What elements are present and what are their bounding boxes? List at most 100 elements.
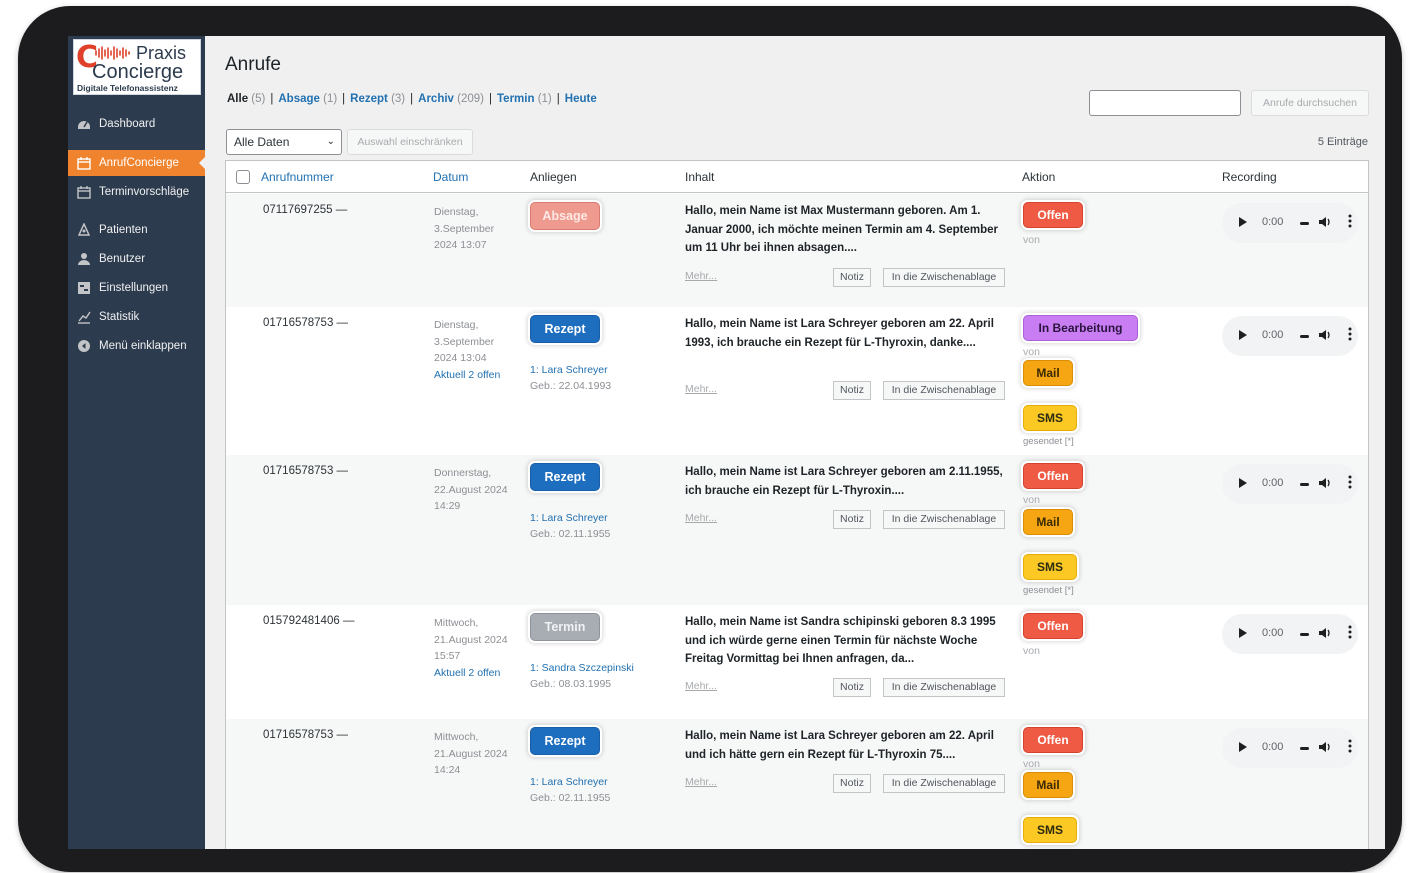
audio-time: 0:00 xyxy=(1262,216,1284,228)
request-badge-absage[interactable]: Absage xyxy=(530,202,600,230)
more-link[interactable]: Mehr... xyxy=(685,512,717,524)
mail-button[interactable]: Mail xyxy=(1023,509,1073,535)
copy-clipboard-button[interactable]: In die Zwischenablage xyxy=(883,774,1005,793)
filter-absage[interactable]: Absage (1) xyxy=(278,93,337,105)
more-options-icon[interactable] xyxy=(1348,327,1352,341)
sidebar-collapse-menu[interactable]: Menü einklappen xyxy=(68,333,205,359)
status-button-offen[interactable]: Offen xyxy=(1023,463,1083,489)
copy-clipboard-button[interactable]: In die Zwischenablage xyxy=(883,678,1005,697)
note-button[interactable]: Notiz xyxy=(833,510,871,529)
sidebar-item-anrufconcierge[interactable]: AnrufConcierge xyxy=(68,150,205,176)
status-button-offen[interactable]: Offen xyxy=(1023,727,1083,753)
table-row: 07117697255 — Dienstag, 3.September 2024 1… xyxy=(226,194,1368,307)
status-button-offen[interactable]: Offen xyxy=(1023,613,1083,639)
progress-bar[interactable] xyxy=(1300,633,1309,636)
more-link[interactable]: Mehr... xyxy=(685,776,717,788)
call-date: Mittwoch, 21.August 2024 14:24 xyxy=(434,731,508,776)
volume-icon[interactable] xyxy=(1318,476,1332,490)
column-datum[interactable]: Datum xyxy=(433,170,468,184)
filter-termin[interactable]: Termin (1) xyxy=(497,93,552,105)
copy-clipboard-button[interactable]: In die Zwischenablage xyxy=(883,268,1005,287)
sms-button[interactable]: SMS xyxy=(1023,817,1077,843)
admin-sidebar: C Praxis Concierge Digitale Telefonassis… xyxy=(68,36,205,849)
patient-link[interactable]: 1: Lara Schreyer xyxy=(530,774,610,790)
patient-link[interactable]: 1: Sandra Szczepinski xyxy=(530,660,634,676)
open-calls-link[interactable]: Aktuell 2 offen xyxy=(434,665,524,682)
sidebar-item-patienten[interactable]: Patienten xyxy=(68,217,205,243)
sms-sent-label: gesendet [*] xyxy=(1023,585,1074,596)
more-link[interactable]: Mehr... xyxy=(685,680,717,692)
note-button[interactable]: Notiz xyxy=(833,678,871,697)
note-button[interactable]: Notiz xyxy=(833,268,871,287)
more-link[interactable]: Mehr... xyxy=(685,383,717,395)
volume-icon[interactable] xyxy=(1318,215,1332,229)
audio-player[interactable]: 0:00 xyxy=(1222,614,1358,654)
logo-tagline: Digitale Telefonassistenz xyxy=(77,83,178,93)
play-icon[interactable] xyxy=(1239,742,1247,752)
play-icon[interactable] xyxy=(1239,330,1247,340)
request-badge-rezept[interactable]: Rezept xyxy=(530,315,600,343)
more-options-icon[interactable] xyxy=(1348,625,1352,639)
call-transcript: Hallo, mein Name ist Lara Schreyer gebor… xyxy=(685,466,1003,497)
volume-icon[interactable] xyxy=(1318,328,1332,342)
volume-icon[interactable] xyxy=(1318,626,1332,640)
request-badge-rezept[interactable]: Rezept xyxy=(530,727,600,755)
mail-button[interactable]: Mail xyxy=(1023,772,1073,798)
note-button[interactable]: Notiz xyxy=(833,774,871,793)
sidebar-item-einstellungen[interactable]: Einstellungen xyxy=(68,275,205,301)
play-icon[interactable] xyxy=(1239,628,1247,638)
sidebar-item-statistik[interactable]: Statistik xyxy=(68,304,205,330)
open-calls-link[interactable]: Aktuell 2 offen xyxy=(434,367,524,384)
progress-bar[interactable] xyxy=(1300,222,1309,225)
patient-link[interactable]: 1: Lara Schreyer xyxy=(530,510,610,526)
sidebar-item-dashboard[interactable]: Dashboard xyxy=(68,111,205,137)
settings-icon xyxy=(77,281,91,295)
praxis-concierge-logo[interactable]: C Praxis Concierge Digitale Telefonassis… xyxy=(73,39,201,95)
chart-icon xyxy=(77,310,91,324)
patient-info: 1: Lara Schreyer Geb.: 22.04.1993 xyxy=(530,362,611,394)
audio-player[interactable]: 0:00 xyxy=(1222,203,1358,243)
mail-button[interactable]: Mail xyxy=(1023,360,1073,386)
sidebar-item-terminvorschlaege[interactable]: Terminvorschläge xyxy=(68,179,205,205)
column-anrufnummer[interactable]: Anrufnummer xyxy=(261,170,334,184)
more-options-icon[interactable] xyxy=(1348,739,1352,753)
filter-heute[interactable]: Heute xyxy=(565,93,597,105)
audio-player[interactable]: 0:00 xyxy=(1222,316,1358,356)
sms-button[interactable]: SMS xyxy=(1023,405,1077,431)
apply-filter-button[interactable]: Auswahl einschränken xyxy=(347,129,473,155)
audio-player[interactable]: 0:00 xyxy=(1222,728,1358,768)
search-button[interactable]: Anrufe durchsuchen xyxy=(1251,90,1369,116)
status-button-offen[interactable]: Offen xyxy=(1023,202,1083,228)
volume-icon[interactable] xyxy=(1318,740,1332,754)
sidebar-item-label: Patienten xyxy=(99,224,148,236)
play-icon[interactable] xyxy=(1239,217,1247,227)
copy-clipboard-button[interactable]: In die Zwischenablage xyxy=(883,510,1005,529)
select-all-checkbox[interactable] xyxy=(236,170,250,184)
sidebar-item-benutzer[interactable]: Benutzer xyxy=(68,246,205,272)
more-link[interactable]: Mehr... xyxy=(685,270,717,282)
call-date: Dienstag, 3.September 2024 13:04 Aktuell 2… xyxy=(434,317,524,383)
app-screen: C Praxis Concierge Digitale Telefonassis… xyxy=(68,36,1385,849)
patient-link[interactable]: 1: Lara Schreyer xyxy=(530,362,611,378)
audio-player[interactable]: 0:00 xyxy=(1222,464,1358,504)
audio-time: 0:00 xyxy=(1262,329,1284,341)
more-options-icon[interactable] xyxy=(1348,214,1352,228)
filter-rezept[interactable]: Rezept (3) xyxy=(350,93,405,105)
request-badge-rezept[interactable]: Rezept xyxy=(530,463,600,491)
sms-sent-label: gesendet [*] xyxy=(1023,436,1074,447)
progress-bar[interactable] xyxy=(1300,335,1309,338)
request-badge-termin[interactable]: Termin xyxy=(530,613,600,641)
filter-alle[interactable]: Alle (5) xyxy=(227,93,265,105)
date-filter-select[interactable]: Alle Daten ⌄ xyxy=(226,129,342,155)
progress-bar[interactable] xyxy=(1300,483,1309,486)
play-icon[interactable] xyxy=(1239,478,1247,488)
more-options-icon[interactable] xyxy=(1348,475,1352,489)
status-button-in-bearbeitung[interactable]: In Bearbeitung xyxy=(1023,315,1138,341)
filter-archiv[interactable]: Archiv (209) xyxy=(418,93,484,105)
search-input[interactable] xyxy=(1089,90,1241,116)
sms-button[interactable]: SMS xyxy=(1023,554,1077,580)
progress-bar[interactable] xyxy=(1300,747,1309,750)
note-button[interactable]: Notiz xyxy=(833,381,871,400)
sidebar-item-label: AnrufConcierge xyxy=(99,157,179,169)
copy-clipboard-button[interactable]: In die Zwischenablage xyxy=(883,381,1005,400)
